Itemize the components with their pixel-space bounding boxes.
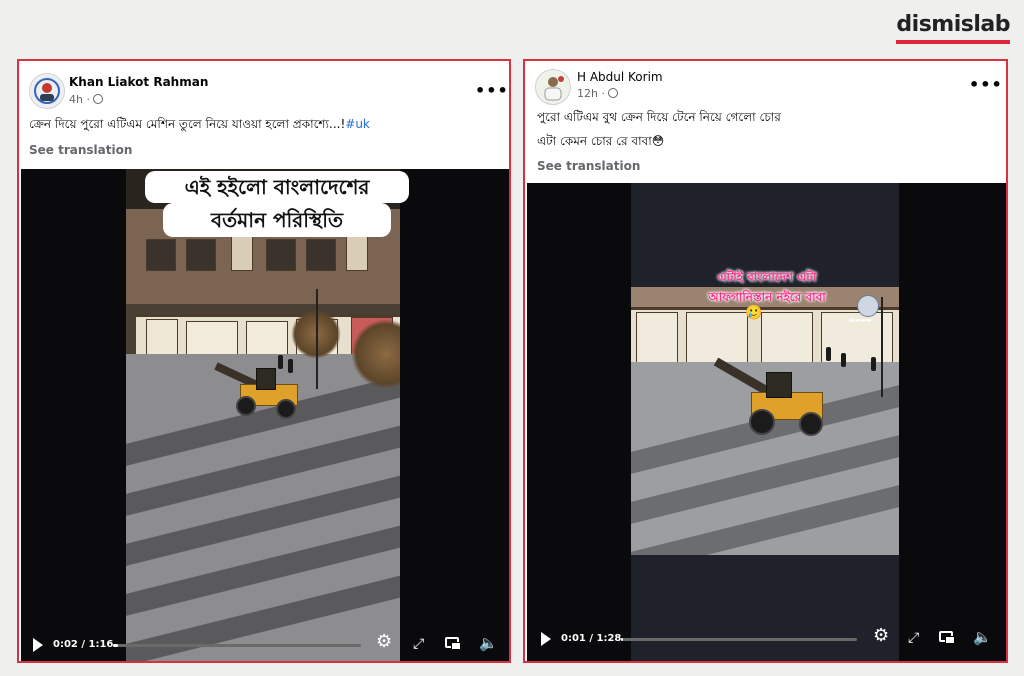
avatar[interactable] (29, 73, 65, 109)
channel-logo-icon (857, 295, 879, 317)
overlay-text-line1: এটাই বাংলাদেশ এটা (717, 270, 817, 284)
play-icon[interactable] (541, 632, 551, 646)
overlay-emoji: 🥲 (745, 305, 763, 321)
video-timestamp: 0:01 / 1:28 (561, 633, 622, 644)
see-translation-link[interactable]: See translation (537, 159, 640, 173)
video-player[interactable]: ▬▬▬▬ এটাই বাংলাদেশ এটা আফগানিস্তান নইরে … (527, 183, 1006, 661)
video-frame: ▬▬▬▬ (631, 287, 899, 555)
post-time[interactable]: 12h · (577, 87, 618, 100)
picture-in-picture-icon[interactable] (939, 631, 955, 644)
settings-gear-icon[interactable]: ⚙ (873, 627, 889, 645)
picture-in-picture-icon[interactable] (445, 637, 461, 650)
post-caption-line1: পুরো এটিএম বুথ ক্রেন দিয়ে টেনে নিয়ে গে… (537, 110, 781, 124)
video-player[interactable]: এই হইলো বাংলাদেশের বর্তমান পরিস্থিতি 0:0… (21, 169, 509, 661)
overlay-title-line2: বর্তমান পরিস্থিতি (163, 203, 391, 237)
see-translation-link[interactable]: See translation (29, 143, 132, 157)
play-icon[interactable] (33, 638, 43, 652)
mute-icon[interactable]: 🔈 (973, 629, 992, 645)
video-progress-bar[interactable] (113, 644, 361, 647)
author-name[interactable]: H Abdul Korim (577, 70, 663, 84)
author-name[interactable]: Khan Liakot Rahman (69, 75, 208, 89)
video-timestamp: 0:02 / 1:16 (53, 639, 114, 650)
brand-name: dismislab (896, 12, 1010, 37)
more-options-icon[interactable]: ••• (969, 75, 1003, 94)
more-options-icon[interactable]: ••• (475, 81, 509, 100)
video-frame (126, 169, 400, 661)
brand-underline (896, 40, 1010, 44)
globe-icon (607, 88, 618, 98)
fullscreen-icon[interactable]: ⤢ (908, 630, 919, 646)
mute-icon[interactable]: 🔈 (479, 635, 498, 651)
settings-gear-icon[interactable]: ⚙ (376, 633, 392, 651)
post-caption: ক্রেন দিয়ে পুরো এটিএম মেশিন তুলে নিয়ে … (29, 116, 370, 136)
post-time-text: 4h (69, 93, 83, 106)
video-progress-bar[interactable] (621, 638, 857, 641)
fullscreen-icon[interactable]: ⤢ (413, 636, 424, 652)
facebook-post-2: H Abdul Korim 12h · ••• পুরো এটিএম বুথ ক… (523, 59, 1008, 663)
video-progress-fill (113, 644, 118, 647)
post-time-text: 12h (577, 87, 598, 100)
post-time[interactable]: 4h · (69, 93, 103, 106)
video-progress-fill (621, 638, 624, 641)
facebook-post-1: Khan Liakot Rahman 4h · ••• ক্রেন দিয়ে … (17, 59, 511, 663)
globe-icon (92, 94, 103, 104)
post-caption-line2: এটা কেমন চোর রে বাবা😳 (537, 134, 665, 148)
avatar[interactable] (535, 69, 571, 105)
channel-watermark: ▬▬▬▬ (849, 317, 872, 324)
overlay-text-line2: আফগানিস্তান নইরে বাবা (708, 290, 826, 304)
video-controls: 0:02 / 1:16 ⚙ ⤢ 🔈 (21, 631, 509, 661)
overlay-title-line1: এই হইলো বাংলাদেশের (145, 171, 409, 203)
brand-logo: dismislab (896, 12, 1010, 44)
hashtag-link[interactable]: #uk (345, 117, 370, 131)
video-controls: 0:01 / 1:28 ⚙ ⤢ 🔈 (527, 625, 1006, 655)
caption-text: ক্রেন দিয়ে পুরো এটিএম মেশিন তুলে নিয়ে … (29, 117, 346, 131)
